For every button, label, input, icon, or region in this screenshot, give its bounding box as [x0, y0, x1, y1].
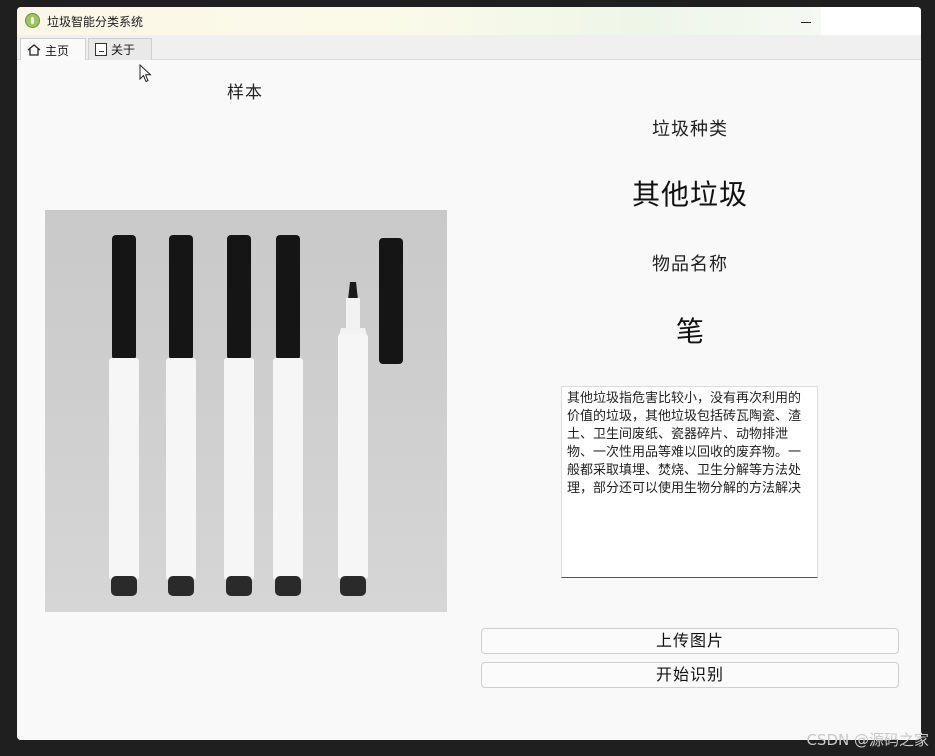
minimize-button[interactable]: [793, 11, 821, 31]
main-panel: 样本 垃圾种类 其他垃圾 物品名称 笔 其他垃圾指危害比较小，没有再次利用的价值…: [17, 60, 921, 740]
pens-illustration: [109, 235, 403, 596]
sample-label: 样本: [227, 83, 263, 103]
pen-4: [273, 235, 303, 596]
window-title: 垃圾智能分类系统: [47, 15, 144, 29]
home-icon: [27, 44, 41, 56]
tab-about[interactable]: 关于: [88, 38, 152, 60]
tab-home-label: 主页: [45, 43, 70, 58]
sample-image: [45, 210, 447, 612]
description-textbox[interactable]: 其他垃圾指危害比较小，没有再次利用的价值的垃圾，其他垃圾包括砖瓦陶瓷、渣土、卫生…: [561, 386, 818, 578]
app-logo-icon: [25, 13, 40, 28]
pen-2: [166, 235, 196, 596]
pen-1: [109, 235, 139, 596]
title-bar[interactable]: 垃圾智能分类系统: [17, 7, 921, 35]
start-recognition-button[interactable]: 开始识别: [481, 662, 899, 688]
upload-image-button[interactable]: 上传图片: [481, 628, 899, 654]
waste-type-value: 其他垃圾: [631, 178, 748, 211]
document-icon: [95, 43, 107, 56]
item-name-heading: 物品名称: [652, 254, 728, 275]
tab-bar: 主页 关于: [17, 35, 921, 61]
watermark: CSDN @源码之家: [806, 731, 929, 749]
tab-home[interactable]: 主页: [20, 38, 86, 61]
item-name-value: 笔: [675, 315, 704, 348]
app-window: 垃圾智能分类系统 主页 关于 样本 垃圾种类 其他垃圾 物品名称 笔 其他垃圾指…: [17, 7, 921, 740]
tab-about-label: 关于: [111, 43, 136, 57]
pen-3: [224, 235, 254, 596]
mouse-cursor-icon: [139, 64, 152, 83]
waste-type-heading: 垃圾种类: [652, 119, 728, 140]
pen-cap: [379, 238, 403, 364]
pen-5-uncapped: [338, 282, 368, 596]
